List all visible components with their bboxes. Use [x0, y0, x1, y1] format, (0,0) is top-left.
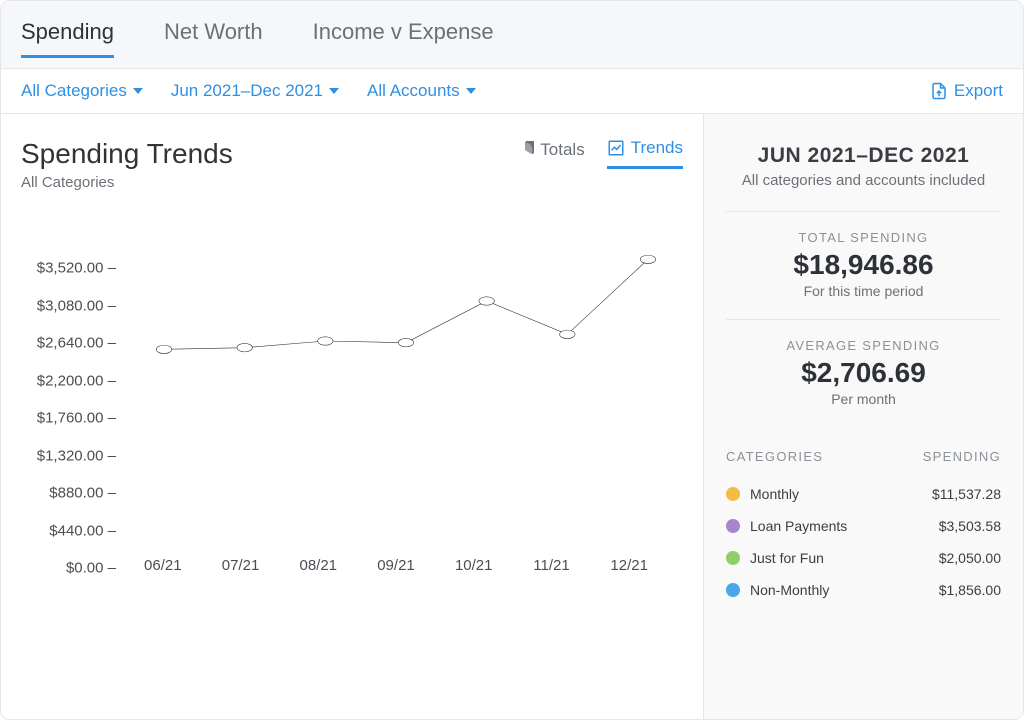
view-trends-label: Trends — [631, 138, 683, 158]
average-spending-stat: AVERAGE SPENDING $2,706.69 Per month — [726, 319, 1001, 427]
category-name: Loan Payments — [750, 518, 847, 534]
filter-accounts[interactable]: All Accounts — [367, 81, 476, 101]
category-swatch — [726, 519, 740, 533]
summary-panel: JUN 2021–DEC 2021 All categories and acc… — [703, 114, 1023, 719]
average-spending-desc: Per month — [726, 391, 1001, 407]
tab-spending[interactable]: Spending — [21, 19, 114, 58]
summary-subtitle: All categories and accounts included — [726, 172, 1001, 189]
caret-down-icon — [466, 88, 476, 94]
x-tick: 07/21 — [209, 557, 273, 574]
category-swatch — [726, 551, 740, 565]
y-tick: $3,520.00 – — [37, 260, 116, 277]
trend-chart-icon — [607, 139, 625, 157]
filter-accounts-label: All Accounts — [367, 81, 460, 101]
app-window: Spending Net Worth Income v Expense All … — [0, 0, 1024, 720]
tab-net-worth[interactable]: Net Worth — [164, 19, 263, 58]
x-tick: 09/21 — [364, 557, 428, 574]
bars — [131, 251, 661, 551]
y-axis: $0.00 –$440.00 –$880.00 –$1,320.00 –$1,7… — [21, 251, 116, 551]
filter-daterange-label: Jun 2021–Dec 2021 — [171, 81, 323, 101]
summary-range: JUN 2021–DEC 2021 — [726, 144, 1001, 168]
category-table-header: CATEGORIES SPENDING — [726, 449, 1001, 464]
category-name: Just for Fun — [750, 550, 824, 566]
total-spending-stat: TOTAL SPENDING $18,946.86 For this time … — [726, 211, 1001, 319]
x-tick: 10/21 — [442, 557, 506, 574]
chart: $0.00 – $440.00 – $880.00 – $1,320.00 – $1,7… — [21, 251, 683, 689]
x-tick: 08/21 — [286, 557, 350, 574]
average-spending-label: AVERAGE SPENDING — [726, 338, 1001, 353]
export-button[interactable]: Export — [930, 81, 1003, 101]
top-nav: Spending Net Worth Income v Expense — [1, 1, 1023, 69]
total-spending-desc: For this time period — [726, 283, 1001, 299]
category-rows: Monthly $11,537.28 Loan Payments $3,503.58 J… — [726, 478, 1001, 606]
y-tick: $1,320.00 – — [37, 447, 116, 464]
x-tick: 11/21 — [520, 557, 584, 574]
x-axis: 06/21 07/21 08/21 09/21 10/21 11/21 12/21 — [131, 557, 661, 574]
average-spending-value: $2,706.69 — [726, 357, 1001, 389]
y-tick: $3,080.00 – — [37, 297, 116, 314]
filter-categories[interactable]: All Categories — [21, 81, 143, 101]
y-tick: $440.00 – — [49, 522, 116, 539]
pie-chart-icon — [516, 141, 534, 159]
y-tick: $880.00 – — [49, 485, 116, 502]
x-tick: 12/21 — [597, 557, 661, 574]
categories-header: CATEGORIES — [726, 449, 823, 464]
view-toggle: Totals Trends — [516, 138, 683, 169]
category-name: Non-Monthly — [750, 582, 829, 598]
category-row[interactable]: Non-Monthly $1,856.00 — [726, 574, 1001, 606]
export-icon — [930, 82, 948, 100]
y-tick: $2,200.00 – — [37, 372, 116, 389]
caret-down-icon — [133, 88, 143, 94]
view-totals-tab[interactable]: Totals — [516, 140, 584, 168]
spending-header: SPENDING — [923, 449, 1001, 464]
category-amount: $11,537.28 — [932, 486, 1001, 502]
total-spending-value: $18,946.86 — [726, 249, 1001, 281]
export-label: Export — [954, 81, 1003, 101]
category-row[interactable]: Loan Payments $3,503.58 — [726, 510, 1001, 542]
page-subtitle: All Categories — [21, 174, 233, 191]
category-amount: $1,856.00 — [939, 582, 1001, 598]
category-amount: $2,050.00 — [939, 550, 1001, 566]
tab-income-v-expense[interactable]: Income v Expense — [313, 19, 494, 58]
filter-bar: All Categories Jun 2021–Dec 2021 All Acc… — [1, 69, 1023, 114]
category-amount: $3,503.58 — [939, 518, 1001, 534]
chart-header: Spending Trends All Categories Totals Tr… — [21, 138, 683, 191]
filter-categories-label: All Categories — [21, 81, 127, 101]
caret-down-icon — [329, 88, 339, 94]
total-spending-label: TOTAL SPENDING — [726, 230, 1001, 245]
main-content: Spending Trends All Categories Totals Tr… — [1, 114, 1023, 719]
view-trends-tab[interactable]: Trends — [607, 138, 683, 169]
y-tick: $2,640.00 – — [37, 335, 116, 352]
category-row[interactable]: Just for Fun $2,050.00 — [726, 542, 1001, 574]
category-row[interactable]: Monthly $11,537.28 — [726, 478, 1001, 510]
y-tick: $1,760.00 – — [37, 410, 116, 427]
x-tick: 06/21 — [131, 557, 195, 574]
y-tick: $0.00 – — [66, 560, 116, 577]
category-swatch — [726, 583, 740, 597]
category-name: Monthly — [750, 486, 799, 502]
category-swatch — [726, 487, 740, 501]
page-title: Spending Trends — [21, 138, 233, 170]
view-totals-label: Totals — [540, 140, 584, 160]
chart-panel: Spending Trends All Categories Totals Tr… — [1, 114, 703, 719]
filter-daterange[interactable]: Jun 2021–Dec 2021 — [171, 81, 339, 101]
